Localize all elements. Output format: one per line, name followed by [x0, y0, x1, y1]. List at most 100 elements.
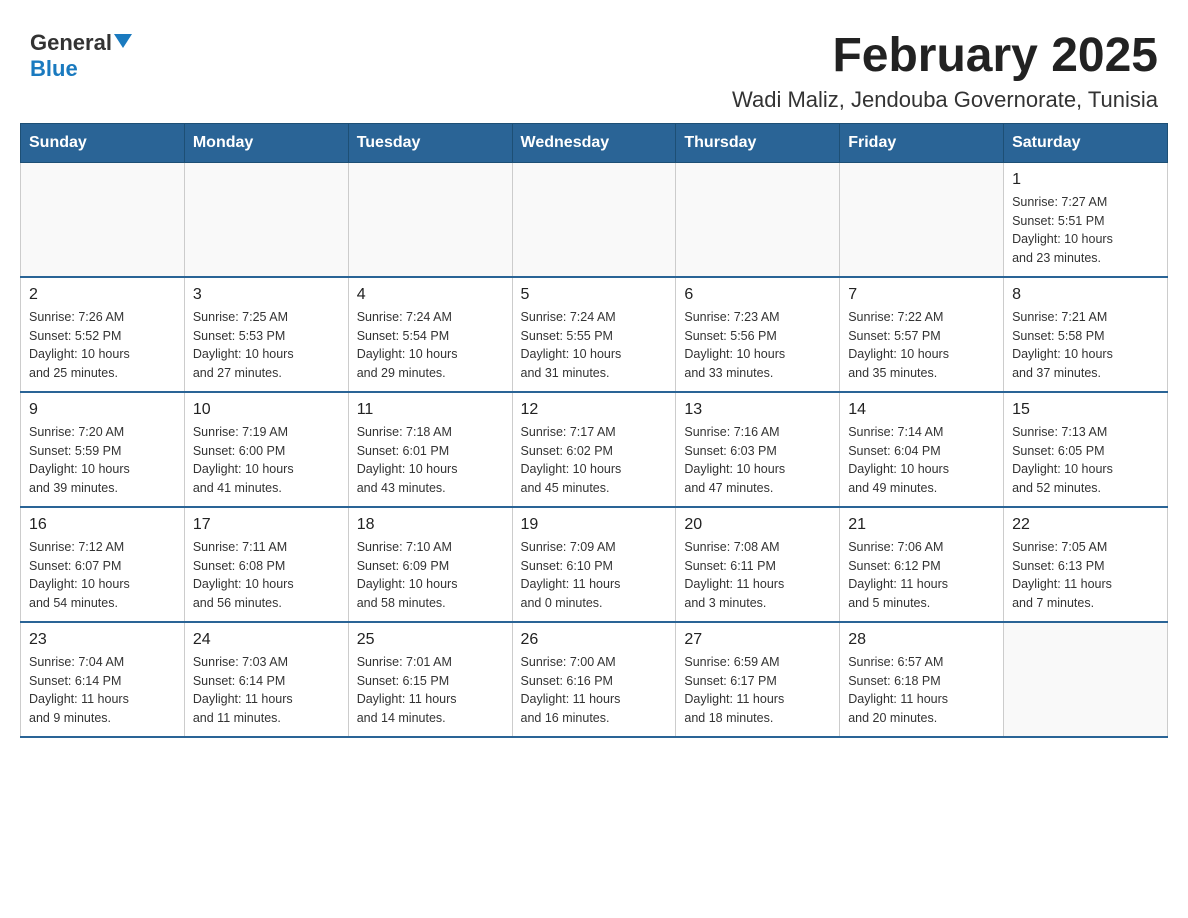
calendar-day-cell: 11 Sunrise: 7:18 AMSunset: 6:01 PMDayligh… — [348, 392, 512, 507]
day-number: 12 — [521, 401, 668, 419]
day-info: Sunrise: 7:00 AMSunset: 6:16 PMDaylight:… — [521, 653, 668, 728]
day-info: Sunrise: 6:57 AMSunset: 6:18 PMDaylight:… — [848, 653, 995, 728]
calendar-day-cell — [1004, 622, 1168, 737]
day-number: 10 — [193, 401, 340, 419]
calendar-day-cell — [348, 162, 512, 277]
day-info: Sunrise: 7:24 AMSunset: 5:54 PMDaylight:… — [357, 308, 504, 383]
day-info: Sunrise: 7:11 AMSunset: 6:08 PMDaylight:… — [193, 538, 340, 613]
day-number: 11 — [357, 401, 504, 419]
day-info: Sunrise: 6:59 AMSunset: 6:17 PMDaylight:… — [684, 653, 831, 728]
day-number: 22 — [1012, 516, 1159, 534]
calendar-day-cell: 4 Sunrise: 7:24 AMSunset: 5:54 PMDaylight… — [348, 277, 512, 392]
calendar-week-row: 16Sunrise: 7:12 AMSunset: 6:07 PMDayligh… — [21, 507, 1168, 622]
day-info: Sunrise: 7:14 AMSunset: 6:04 PMDaylight:… — [848, 423, 995, 498]
calendar-day-cell — [840, 162, 1004, 277]
day-info: Sunrise: 7:09 AMSunset: 6:10 PMDaylight:… — [521, 538, 668, 613]
day-info: Sunrise: 7:21 AMSunset: 5:58 PMDaylight:… — [1012, 308, 1159, 383]
day-number: 26 — [521, 631, 668, 649]
day-info: Sunrise: 7:17 AMSunset: 6:02 PMDaylight:… — [521, 423, 668, 498]
calendar-day-header: Thursday — [676, 123, 840, 162]
calendar-header: SundayMondayTuesdayWednesdayThursdayFrid… — [21, 123, 1168, 162]
calendar-day-cell: 19 Sunrise: 7:09 AMSunset: 6:10 PMDayligh… — [512, 507, 676, 622]
calendar-day-header: Friday — [840, 123, 1004, 162]
calendar-day-cell: 14 Sunrise: 7:14 AMSunset: 6:04 PMDayligh… — [840, 392, 1004, 507]
day-number: 25 — [357, 631, 504, 649]
calendar-day-header: Wednesday — [512, 123, 676, 162]
day-info: Sunrise: 7:04 AMSunset: 6:14 PMDaylight:… — [29, 653, 176, 728]
calendar-week-row: 9Sunrise: 7:20 AMSunset: 5:59 PMDaylight… — [21, 392, 1168, 507]
day-number: 17 — [193, 516, 340, 534]
day-info: Sunrise: 7:18 AMSunset: 6:01 PMDaylight:… — [357, 423, 504, 498]
day-info: Sunrise: 7:13 AMSunset: 6:05 PMDaylight:… — [1012, 423, 1159, 498]
calendar-day-cell: 13 Sunrise: 7:16 AMSunset: 6:03 PMDayligh… — [676, 392, 840, 507]
calendar-day-cell: 25 Sunrise: 7:01 AMSunset: 6:15 PMDayligh… — [348, 622, 512, 737]
calendar-day-cell: 22Sunrise: 7:05 AMSunset: 6:13 PMDayligh… — [1004, 507, 1168, 622]
day-number: 5 — [521, 286, 668, 304]
day-info: Sunrise: 7:23 AMSunset: 5:56 PMDaylight:… — [684, 308, 831, 383]
page-header: General Blue February 2025 Wadi Maliz, J… — [20, 20, 1168, 113]
day-number: 18 — [357, 516, 504, 534]
calendar-week-row: 1Sunrise: 7:27 AMSunset: 5:51 PMDaylight… — [21, 162, 1168, 277]
day-number: 6 — [684, 286, 831, 304]
day-info: Sunrise: 7:25 AMSunset: 5:53 PMDaylight:… — [193, 308, 340, 383]
day-number: 19 — [521, 516, 668, 534]
title-block: February 2025 Wadi Maliz, Jendouba Gover… — [732, 30, 1158, 113]
calendar-day-header: Saturday — [1004, 123, 1168, 162]
calendar-day-cell: 23 Sunrise: 7:04 AMSunset: 6:14 PMDayligh… — [21, 622, 185, 737]
calendar-day-cell — [676, 162, 840, 277]
calendar-day-cell: 15 Sunrise: 7:13 AMSunset: 6:05 PMDayligh… — [1004, 392, 1168, 507]
calendar-day-cell: 18 Sunrise: 7:10 AMSunset: 6:09 PMDayligh… — [348, 507, 512, 622]
day-number: 2 — [29, 286, 176, 304]
calendar-day-header: Monday — [184, 123, 348, 162]
day-number: 3 — [193, 286, 340, 304]
calendar-day-cell: 9Sunrise: 7:20 AMSunset: 5:59 PMDaylight… — [21, 392, 185, 507]
day-number: 27 — [684, 631, 831, 649]
calendar-day-cell: 10 Sunrise: 7:19 AMSunset: 6:00 PMDayligh… — [184, 392, 348, 507]
day-info: Sunrise: 7:03 AMSunset: 6:14 PMDaylight:… — [193, 653, 340, 728]
calendar-day-cell: 3 Sunrise: 7:25 AMSunset: 5:53 PMDaylight… — [184, 277, 348, 392]
day-number: 7 — [848, 286, 995, 304]
day-info: Sunrise: 7:20 AMSunset: 5:59 PMDaylight:… — [29, 423, 176, 498]
logo-general-text: General — [30, 30, 112, 56]
day-info: Sunrise: 7:01 AMSunset: 6:15 PMDaylight:… — [357, 653, 504, 728]
calendar-day-cell: 21Sunrise: 7:06 AMSunset: 6:12 PMDayligh… — [840, 507, 1004, 622]
day-number: 1 — [1012, 171, 1159, 189]
day-number: 24 — [193, 631, 340, 649]
calendar-day-cell: 6 Sunrise: 7:23 AMSunset: 5:56 PMDaylight… — [676, 277, 840, 392]
day-number: 20 — [684, 516, 831, 534]
calendar-day-cell — [184, 162, 348, 277]
day-info: Sunrise: 7:22 AMSunset: 5:57 PMDaylight:… — [848, 308, 995, 383]
logo: General Blue — [30, 30, 132, 82]
day-info: Sunrise: 7:12 AMSunset: 6:07 PMDaylight:… — [29, 538, 176, 613]
day-number: 14 — [848, 401, 995, 419]
calendar-body: 1Sunrise: 7:27 AMSunset: 5:51 PMDaylight… — [21, 162, 1168, 737]
calendar-day-cell: 7 Sunrise: 7:22 AMSunset: 5:57 PMDaylight… — [840, 277, 1004, 392]
day-number: 15 — [1012, 401, 1159, 419]
day-number: 13 — [684, 401, 831, 419]
day-info: Sunrise: 7:26 AMSunset: 5:52 PMDaylight:… — [29, 308, 176, 383]
calendar-day-cell: 26 Sunrise: 7:00 AMSunset: 6:16 PMDayligh… — [512, 622, 676, 737]
calendar-day-cell: 8Sunrise: 7:21 AMSunset: 5:58 PMDaylight… — [1004, 277, 1168, 392]
day-info: Sunrise: 7:10 AMSunset: 6:09 PMDaylight:… — [357, 538, 504, 613]
calendar-day-cell — [512, 162, 676, 277]
day-info: Sunrise: 7:16 AMSunset: 6:03 PMDaylight:… — [684, 423, 831, 498]
day-number: 23 — [29, 631, 176, 649]
calendar-table: SundayMondayTuesdayWednesdayThursdayFrid… — [20, 123, 1168, 738]
calendar-header-row: SundayMondayTuesdayWednesdayThursdayFrid… — [21, 123, 1168, 162]
calendar-week-row: 2 Sunrise: 7:26 AMSunset: 5:52 PMDaylight… — [21, 277, 1168, 392]
calendar-day-cell: 16Sunrise: 7:12 AMSunset: 6:07 PMDayligh… — [21, 507, 185, 622]
day-info: Sunrise: 7:19 AMSunset: 6:00 PMDaylight:… — [193, 423, 340, 498]
calendar-day-cell: 12 Sunrise: 7:17 AMSunset: 6:02 PMDayligh… — [512, 392, 676, 507]
day-info: Sunrise: 7:08 AMSunset: 6:11 PMDaylight:… — [684, 538, 831, 613]
calendar-day-cell: 2 Sunrise: 7:26 AMSunset: 5:52 PMDaylight… — [21, 277, 185, 392]
calendar-day-header: Sunday — [21, 123, 185, 162]
logo-triangle-icon — [114, 34, 132, 48]
calendar-day-cell: 17 Sunrise: 7:11 AMSunset: 6:08 PMDayligh… — [184, 507, 348, 622]
page-subtitle: Wadi Maliz, Jendouba Governorate, Tunisi… — [732, 87, 1158, 113]
logo-blue-text: Blue — [30, 56, 78, 82]
calendar-day-cell: 27 Sunrise: 6:59 AMSunset: 6:17 PMDayligh… — [676, 622, 840, 737]
calendar-day-cell: 20 Sunrise: 7:08 AMSunset: 6:11 PMDayligh… — [676, 507, 840, 622]
calendar-day-cell: 1Sunrise: 7:27 AMSunset: 5:51 PMDaylight… — [1004, 162, 1168, 277]
day-number: 4 — [357, 286, 504, 304]
day-info: Sunrise: 7:06 AMSunset: 6:12 PMDaylight:… — [848, 538, 995, 613]
